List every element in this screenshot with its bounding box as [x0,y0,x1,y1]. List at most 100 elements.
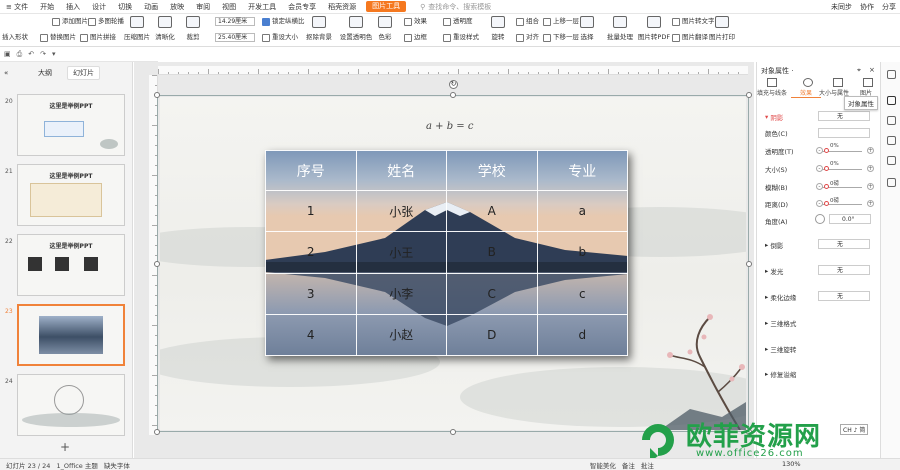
table-header-cell[interactable]: 序号 [265,150,357,192]
table-cell[interactable]: d [536,313,628,356]
zoom-level[interactable]: 130% [782,458,801,470]
glow-select[interactable]: 无 [818,265,870,275]
data-table[interactable]: 序号 姓名 学校 专业 1 小张 A a 2 小王 B b 3 小李 C c 4… [265,150,628,356]
set-transparent-color-button[interactable]: 设置透明色 [338,14,374,41]
fill-line-icon[interactable] [767,78,777,87]
undo-icon[interactable]: ↶ [28,50,34,58]
table-header-cell[interactable]: 姓名 [355,150,447,192]
menu-developer[interactable]: 开发工具 [242,0,282,14]
size-icon[interactable] [833,78,843,87]
menu-design[interactable]: 设计 [86,0,112,14]
tab-fill-line[interactable]: 填充与线条 [757,88,787,97]
table-header-cell[interactable]: 专业 [536,150,628,192]
properties-tool-icon[interactable] [887,96,896,105]
table-cell[interactable]: c [536,272,628,315]
distance-slider[interactable]: -0磅 + [816,198,874,209]
table-cell[interactable]: b [536,231,628,274]
transparency-button[interactable]: 透明度 [443,17,473,26]
table-cell[interactable]: 小王 [355,231,447,274]
animation-tool-icon[interactable] [887,116,896,125]
resize-handle[interactable] [746,261,752,267]
print-icon[interactable]: ⎙ [17,50,23,59]
tab-slides[interactable]: 幻灯片 [67,66,100,80]
table-cell[interactable]: 4 [265,313,357,356]
data-table-picture[interactable]: 序号 姓名 学校 专业 1 小张 A a 2 小王 B b 3 小李 C c 4… [265,150,628,356]
picture-icon[interactable] [863,78,873,87]
reflection-section[interactable]: ▸ 倒影 [765,240,783,250]
location-tool-icon[interactable] [887,178,896,187]
tab-outline[interactable]: 大纲 [33,67,57,79]
remove-background-button[interactable]: 抠除背景 [304,14,334,41]
resize-handle[interactable] [746,92,752,98]
picture-translate-button[interactable]: 图片翻译 [672,33,708,42]
resize-handle[interactable] [154,92,160,98]
menu-member[interactable]: 会员专享 [282,0,322,14]
reflection-select[interactable]: 无 [818,239,870,249]
fix-section[interactable]: ▸ 修复溢缩 [765,369,796,379]
select-button[interactable]: 选择 [572,14,602,41]
slide-thumb-22[interactable]: 这里是举例PPT [17,234,125,296]
redo-icon[interactable]: ↷ [40,50,46,58]
table-header-cell[interactable]: 学校 [446,150,538,192]
command-search[interactable]: ⚲ 查找命令、搜索模板 [420,2,491,12]
add-picture-button[interactable]: 添加图片 [52,17,88,26]
size-slider[interactable]: -0% + [816,161,874,174]
glow-section[interactable]: ▸ 发光 [765,266,783,276]
notes-button[interactable]: 备注 [622,460,635,470]
table-cell[interactable]: 小张 [355,190,447,233]
3d-format-section[interactable]: ▸ 三维格式 [765,318,796,328]
lock-aspect-checkbox[interactable]: 锁定纵横比 [262,17,305,26]
shadow-preset-select[interactable]: 无 [818,111,870,121]
width-input[interactable]: 25.40厘米 [215,33,255,42]
resize-handle[interactable] [450,429,456,435]
menu-slideshow[interactable]: 放映 [164,0,190,14]
picture-print-button[interactable]: 图片打印 [706,14,738,41]
table-cell[interactable]: A [446,190,538,233]
picture-stitch-button[interactable]: 图片拼接 [80,33,116,42]
table-cell[interactable]: C [446,272,538,315]
smart-beautify-button[interactable]: 智能美化 [590,460,616,470]
border-button[interactable]: 边框 [404,33,427,42]
reset-size-button[interactable]: 重设大小 [262,33,298,42]
ime-indicator[interactable]: CH ♪ 简 [840,424,869,435]
missing-font-button[interactable]: 缺失字体 [104,460,130,470]
replace-picture-button[interactable]: 替换图片 [40,33,76,42]
reset-style-button[interactable]: 重设样式 [443,33,479,42]
menu-picture-tools[interactable]: 图片工具 [366,1,407,12]
table-cell[interactable]: 小李 [355,272,447,315]
resize-handle[interactable] [450,92,456,98]
soft-edges-select[interactable]: 无 [818,291,870,301]
sync-status[interactable]: 未同步 [831,2,852,12]
menu-animation[interactable]: 动画 [138,0,164,14]
transparency-slider[interactable]: -0% + [816,143,874,156]
comments-button[interactable]: 批注 [641,460,654,470]
group-button[interactable]: 组合 [516,17,539,26]
design-tool-icon[interactable] [887,136,896,145]
select-tool-icon[interactable] [887,70,896,79]
save-icon[interactable]: ▣ [4,50,11,58]
slide-thumb-21[interactable]: 这里是举例PPT [17,164,125,226]
angle-input[interactable]: 0.0° [829,214,871,224]
shadow-section[interactable]: ▾ 阴影 [765,112,783,122]
multi-picture-button[interactable]: 多图轮播 [88,17,124,26]
pin-icon[interactable]: ⌖ [857,66,861,75]
blur-slider[interactable]: -0磅 + [816,181,874,192]
menu-insert[interactable]: 插入 [60,0,86,14]
angle-dial-icon[interactable] [815,214,825,224]
table-cell[interactable]: D [446,313,538,356]
crop-button[interactable]: 裁剪 [178,14,208,41]
rotate-button[interactable]: 旋转 [483,14,513,41]
resize-handle[interactable] [154,261,160,267]
height-input[interactable]: 14.29厘米 [215,17,255,26]
effects-icon[interactable] [803,78,813,87]
slide-thumb-20[interactable]: 这里是举例PPT [17,94,125,156]
menu-transition[interactable]: 切换 [112,0,138,14]
dropdown-icon[interactable]: ▾ [52,50,56,58]
picture-to-pdf-button[interactable]: 图片转PDF [636,14,672,41]
effects-button[interactable]: 效果 [404,17,427,26]
tab-effects[interactable]: 效果 [791,88,821,98]
batch-process-button[interactable]: 批量处理 [604,14,636,41]
add-slide-button[interactable]: + [60,440,70,454]
table-cell[interactable]: 1 [265,190,357,233]
table-cell[interactable]: B [446,231,538,274]
